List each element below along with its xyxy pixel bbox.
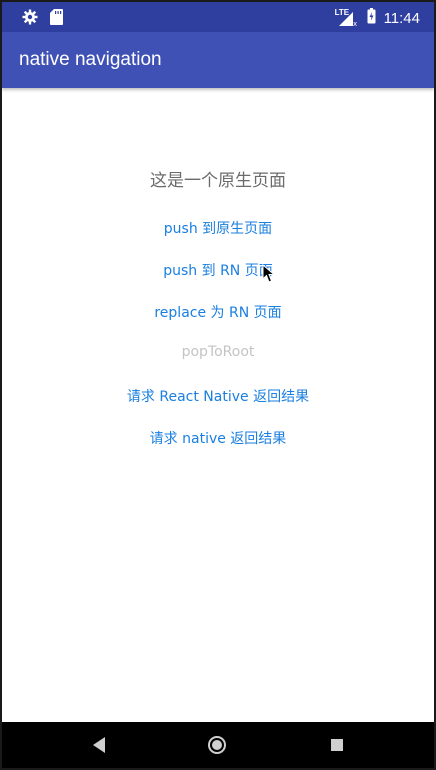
push-rn-button[interactable]: push 到 RN 页面 [2, 260, 434, 280]
device-screen: LTE x 11:44 native navigation 这是一个原生页面 p… [2, 2, 434, 768]
status-time: 11:44 [383, 9, 420, 27]
replace-rn-button[interactable]: replace 为 RN 页面 [2, 302, 434, 322]
native-page-content: 这是一个原生页面 push 到原生页面 push 到 RN 页面 replace… [2, 88, 434, 722]
status-bar: LTE x 11:44 [2, 2, 434, 32]
push-native-button[interactable]: push 到原生页面 [2, 218, 434, 238]
battery-charging-icon [367, 8, 376, 28]
home-icon[interactable] [207, 735, 227, 759]
svg-text:x: x [353, 20, 357, 26]
sd-card-icon [50, 9, 63, 29]
toolbar-title: native navigation [19, 49, 162, 70]
recents-icon[interactable] [330, 737, 344, 756]
gear-icon [22, 9, 38, 29]
signal-icon: LTE x [334, 8, 357, 26]
app-toolbar: native navigation [2, 32, 434, 88]
page-heading: 这是一个原生页面 [150, 171, 286, 191]
pop-to-root-button[interactable]: popToRoot [2, 344, 434, 360]
request-rn-result-button[interactable]: 请求 React Native 返回结果 [2, 386, 434, 406]
system-nav-bar [2, 722, 434, 768]
mouse-cursor-icon [262, 263, 276, 288]
back-icon[interactable] [90, 735, 108, 759]
request-native-result-button[interactable]: 请求 native 返回结果 [2, 428, 434, 448]
